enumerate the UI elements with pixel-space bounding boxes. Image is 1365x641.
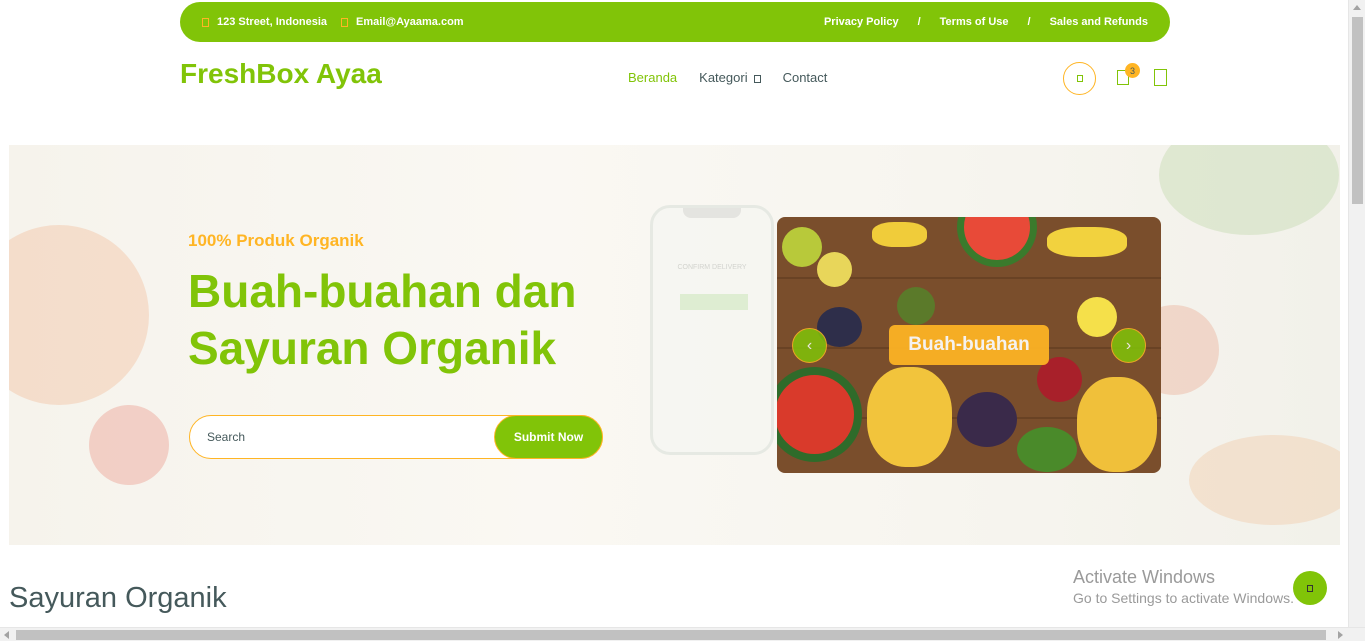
banana-image xyxy=(872,222,927,247)
topbar-address: 123 Street, Indonesia xyxy=(202,16,327,28)
search-icon xyxy=(1076,75,1083,82)
back-to-top-button[interactable] xyxy=(1293,571,1327,605)
carousel-prev-button[interactable]: ‹ xyxy=(792,328,827,363)
arrow-up-icon xyxy=(1307,584,1313,592)
submit-now-button[interactable]: Submit Now xyxy=(494,415,603,459)
grapes-image xyxy=(957,392,1017,447)
brand-logo[interactable]: FreshBox Ayaa xyxy=(180,58,382,90)
scrollbar-thumb[interactable] xyxy=(1352,17,1363,204)
fruit-image xyxy=(817,252,852,287)
envelope-icon xyxy=(341,17,349,27)
hero-section: CONFIRM DELIVERY 100% Produk Organik Bua… xyxy=(9,145,1340,545)
section-title: Sayuran Organik xyxy=(9,582,227,614)
background-carrot xyxy=(1189,435,1340,525)
phone-notch xyxy=(683,208,741,218)
carousel-slide-label: Buah-buahan xyxy=(889,325,1049,365)
link-separator: / xyxy=(1027,16,1031,28)
chevron-right-icon: › xyxy=(1125,336,1132,354)
background-tomato xyxy=(89,405,169,485)
phone-button xyxy=(680,294,748,310)
main-nav: Beranda Kategori Contact xyxy=(628,70,827,85)
lemon-image xyxy=(1077,297,1117,337)
sales-refunds-link[interactable]: Sales and Refunds xyxy=(1050,16,1148,28)
hero-eyebrow: 100% Produk Organik xyxy=(188,231,364,250)
banana-image xyxy=(1047,227,1127,257)
windows-activation-watermark: Activate Windows Go to Settings to activ… xyxy=(1073,567,1294,606)
scroll-up-arrow[interactable] xyxy=(1353,5,1361,10)
scrollbar-thumb[interactable] xyxy=(16,630,1326,640)
mango-image xyxy=(1017,427,1077,472)
search-input[interactable]: Search xyxy=(207,430,245,444)
pineapple-image xyxy=(867,367,952,467)
watermark-line2: Go to Settings to activate Windows. xyxy=(1073,590,1294,606)
background-vegetable xyxy=(9,225,149,405)
watermelon-image xyxy=(777,367,862,462)
scroll-right-arrow[interactable] xyxy=(1338,631,1343,639)
phone-illustration: CONFIRM DELIVERY xyxy=(650,205,774,455)
chevron-down-icon xyxy=(753,74,761,83)
fruit-image xyxy=(782,227,822,267)
nav-item-beranda[interactable]: Beranda xyxy=(628,70,677,85)
map-marker-icon xyxy=(202,17,209,27)
avocado-image xyxy=(897,287,935,325)
watermelon-image xyxy=(957,217,1037,267)
user-icon[interactable] xyxy=(1154,69,1167,86)
hero-search-form: Search Submit Now xyxy=(189,415,603,459)
link-separator: / xyxy=(917,16,921,28)
watermark-line1: Activate Windows xyxy=(1073,567,1216,587)
chevron-left-icon: ‹ xyxy=(806,336,813,354)
terms-of-use-link[interactable]: Terms of Use xyxy=(940,16,1009,28)
scroll-left-arrow[interactable] xyxy=(4,631,9,639)
horizontal-scrollbar[interactable] xyxy=(0,627,1365,641)
hero-carousel[interactable]: Buah-buahan ‹ › xyxy=(777,217,1161,473)
topbar-links: Privacy Policy / Terms of Use / Sales an… xyxy=(824,16,1148,28)
email-text[interactable]: Email@Ayaama.com xyxy=(356,16,464,28)
privacy-policy-link[interactable]: Privacy Policy xyxy=(824,16,899,28)
vertical-scrollbar[interactable] xyxy=(1348,0,1365,627)
phone-text: CONFIRM DELIVERY xyxy=(677,264,747,271)
topbar-email[interactable]: Email@Ayaama.com xyxy=(341,16,464,28)
background-greens xyxy=(1159,145,1339,235)
topbar-contact: 123 Street, Indonesia Email@Ayaama.com xyxy=(202,16,464,28)
carousel-next-button[interactable]: › xyxy=(1111,328,1146,363)
nav-item-kategori-label: Kategori xyxy=(699,70,748,85)
cart-count-badge: 3 xyxy=(1125,63,1140,78)
pineapple-image xyxy=(1077,377,1157,472)
hero-headline: Buah-buahan dan Sayuran Organik xyxy=(188,265,577,374)
nav-item-kategori[interactable]: Kategori xyxy=(699,70,761,85)
nav-item-contact[interactable]: Contact xyxy=(783,70,828,85)
topbar: 123 Street, Indonesia Email@Ayaama.com P… xyxy=(180,2,1170,42)
address-text: 123 Street, Indonesia xyxy=(217,16,328,28)
search-button[interactable] xyxy=(1063,62,1096,95)
